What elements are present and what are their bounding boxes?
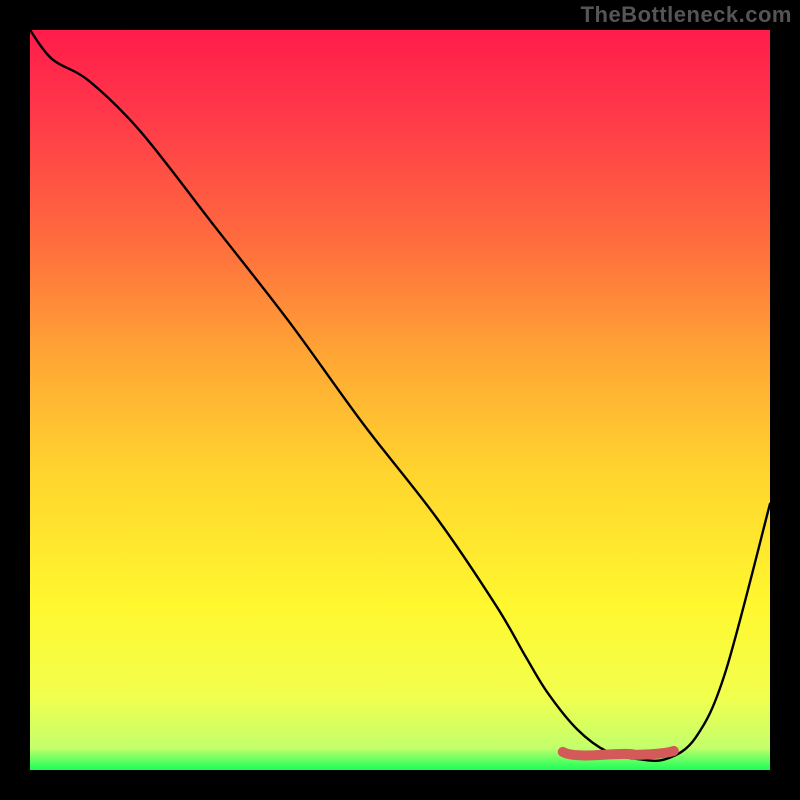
plot-area xyxy=(30,30,770,770)
chart-frame: TheBottleneck.com xyxy=(0,0,800,800)
chart-svg xyxy=(30,30,770,770)
gradient-background xyxy=(30,30,770,770)
watermark-text: TheBottleneck.com xyxy=(581,2,792,28)
trough-marker xyxy=(563,751,674,756)
